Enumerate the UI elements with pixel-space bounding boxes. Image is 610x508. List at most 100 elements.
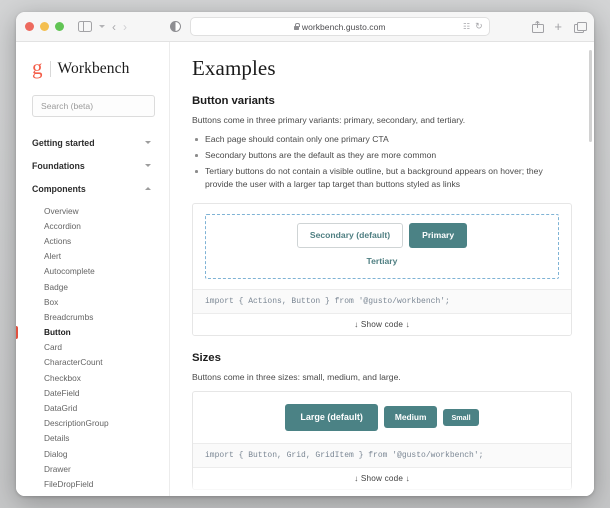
variant-button-row: Secondary (default) Primary <box>296 223 468 248</box>
docs-content: Examples Button variants Buttons come in… <box>170 42 594 496</box>
section-intro-button-variants: Buttons come in three primary variants: … <box>192 115 466 125</box>
sizes-demo-card: Large (default) Medium Small import { Bu… <box>192 390 572 490</box>
sidebar-item-checkbox[interactable]: Checkbox <box>16 370 169 385</box>
sidebar-item-label: Drawer <box>44 463 71 474</box>
sidebar-item-descriptiongroup[interactable]: DescriptionGroup <box>16 416 169 431</box>
list-item: Secondary buttons are the default as the… <box>192 149 572 162</box>
url-text: workbench.gusto.com <box>301 21 386 32</box>
variants-show-code-toggle[interactable]: ↓ Show code ↓ <box>193 313 571 336</box>
tab-overview-icon[interactable] <box>574 21 587 33</box>
sidebar-item-details[interactable]: Details <box>16 431 169 446</box>
sidebar-item-overview[interactable]: Overview <box>16 203 169 218</box>
section-heading-sizes: Sizes <box>192 352 221 365</box>
sidebar-item-actions[interactable]: Actions <box>16 233 169 248</box>
navigation-controls: ‹ › <box>78 21 127 33</box>
sidebar-item-badge[interactable]: Badge <box>16 279 169 294</box>
section-intro-sizes: Buttons come in three sizes: small, medi… <box>192 372 401 383</box>
sizes-show-code-toggle[interactable]: ↓ Show code ↓ <box>193 466 571 489</box>
sidebar-group-components[interactable]: Components <box>16 177 169 200</box>
sidebar-item-accordion[interactable]: Accordion <box>16 218 169 233</box>
sidebar-item-label: Breadcrumbs <box>44 311 94 322</box>
sidebar-item-dialog[interactable]: Dialog <box>16 446 169 461</box>
chevron-up-icon <box>145 187 151 190</box>
sidebar-item-breadcrumbs[interactable]: Breadcrumbs <box>16 309 169 324</box>
sidebar-item-datagrid[interactable]: DataGrid <box>16 400 169 415</box>
chevron-down-icon <box>145 141 151 144</box>
desktop-background: ‹ › workbench.gusto.com ☷ ↻ + g Workbenc… <box>0 0 610 508</box>
sidebar-item-charactercount[interactable]: CharacterCount <box>16 355 169 370</box>
contrast-icon[interactable] <box>169 21 181 32</box>
small-button[interactable]: Small <box>443 408 479 426</box>
chevron-down-icon[interactable] <box>99 25 105 28</box>
minimize-window-button[interactable] <box>40 22 49 31</box>
share-icon[interactable] <box>532 20 545 33</box>
sizes-import-code: import { Button, Grid, GridItem } from '… <box>193 442 571 467</box>
sidebar-group-label: Getting started <box>32 137 95 148</box>
page-title: Examples <box>192 56 276 80</box>
large-button[interactable]: Large (default) <box>285 403 378 431</box>
variants-demo-stage: Secondary (default) Primary Tertiary <box>193 204 571 289</box>
sidebar-search[interactable] <box>32 95 155 117</box>
primary-button[interactable]: Primary <box>409 223 468 248</box>
sidebar-component-list: Overview Accordion Actions Alert Autocom… <box>16 203 169 496</box>
button-variant-guidelines: Each page should contain only one primar… <box>192 133 572 191</box>
sidebar-item-box[interactable]: Box <box>16 294 169 309</box>
brand-name: Workbench <box>57 59 130 77</box>
brand-divider <box>49 60 51 77</box>
sidebar-item-filedropfield[interactable]: FileDropField <box>16 476 169 491</box>
secondary-button[interactable]: Secondary (default) <box>296 223 404 248</box>
sidebar-item-drawer[interactable]: Drawer <box>16 461 169 476</box>
address-bar[interactable]: workbench.gusto.com ☷ ↻ <box>189 17 490 36</box>
reload-icon[interactable]: ↻ <box>475 21 483 32</box>
sidebar-item-label: DataGrid <box>44 403 78 414</box>
share-arrow-icon <box>535 20 540 24</box>
sidebar-toggle-icon[interactable] <box>78 20 92 33</box>
address-bar-content: workbench.gusto.com <box>293 21 386 32</box>
docs-sidebar: g Workbench Getting started Foundations … <box>16 42 170 496</box>
sidebar-item-label: Accordion <box>44 220 81 231</box>
close-window-button[interactable] <box>25 22 34 31</box>
tertiary-button[interactable]: Tertiary <box>359 254 406 269</box>
sidebar-item-label: Dialog <box>44 448 68 459</box>
sidebar-item-label: Button <box>44 327 71 338</box>
sidebar-group-getting-started[interactable]: Getting started <box>16 131 169 154</box>
browser-toolbar: ‹ › workbench.gusto.com ☷ ↻ + <box>16 12 594 42</box>
sidebar-group-foundations[interactable]: Foundations <box>16 154 169 177</box>
sidebar-item-label: Checkbox <box>44 372 81 383</box>
section-heading-button-variants: Button variants <box>192 95 275 107</box>
sidebar-item-autocomplete[interactable]: Autocomplete <box>16 264 169 279</box>
lock-icon <box>293 23 300 30</box>
back-button[interactable]: ‹ <box>112 21 116 33</box>
sidebar-item-card[interactable]: Card <box>16 340 169 355</box>
sidebar-item-button[interactable]: Button <box>16 325 169 340</box>
gusto-g-icon: g <box>32 55 43 79</box>
sidebar-item-datefield[interactable]: DateField <box>16 385 169 400</box>
sidebar-item-filtertag[interactable]: FilterTag <box>16 492 169 496</box>
variants-demo-card: Secondary (default) Primary Tertiary imp… <box>192 203 572 337</box>
sidebar-item-label: Autocomplete <box>44 266 95 277</box>
forward-button[interactable]: › <box>123 21 127 33</box>
size-button-row: Large (default) Medium Small <box>207 403 557 431</box>
content-scrollbar[interactable] <box>588 50 592 142</box>
sidebar-item-label: DateField <box>44 387 80 398</box>
maximize-window-button[interactable] <box>55 22 64 31</box>
address-bar-actions: ☷ ↻ <box>463 21 483 32</box>
sidebar-item-alert[interactable]: Alert <box>16 249 169 264</box>
new-tab-icon[interactable]: + <box>554 20 562 33</box>
sidebar-group-label: Components <box>32 183 86 194</box>
page-viewport: g Workbench Getting started Foundations … <box>16 42 594 496</box>
search-input[interactable] <box>41 101 146 111</box>
sidebar-item-label: FilterTag <box>44 494 76 496</box>
sidebar-group-label: Foundations <box>32 160 85 171</box>
sidebar-item-label: Overview <box>44 205 79 216</box>
list-item: Tertiary buttons do not contain a visibl… <box>192 165 572 191</box>
window-controls[interactable] <box>25 22 64 31</box>
sidebar-item-label: DescriptionGroup <box>44 418 109 429</box>
sidebar-item-label: Box <box>44 296 59 307</box>
sidebar-item-label: FileDropField <box>44 478 94 489</box>
puzzle-icon[interactable]: ☷ <box>463 22 470 31</box>
sidebar-item-label: Details <box>44 433 70 444</box>
brand-logo[interactable]: g Workbench <box>16 54 169 79</box>
medium-button[interactable]: Medium <box>383 405 438 429</box>
chevron-down-icon <box>145 164 151 167</box>
